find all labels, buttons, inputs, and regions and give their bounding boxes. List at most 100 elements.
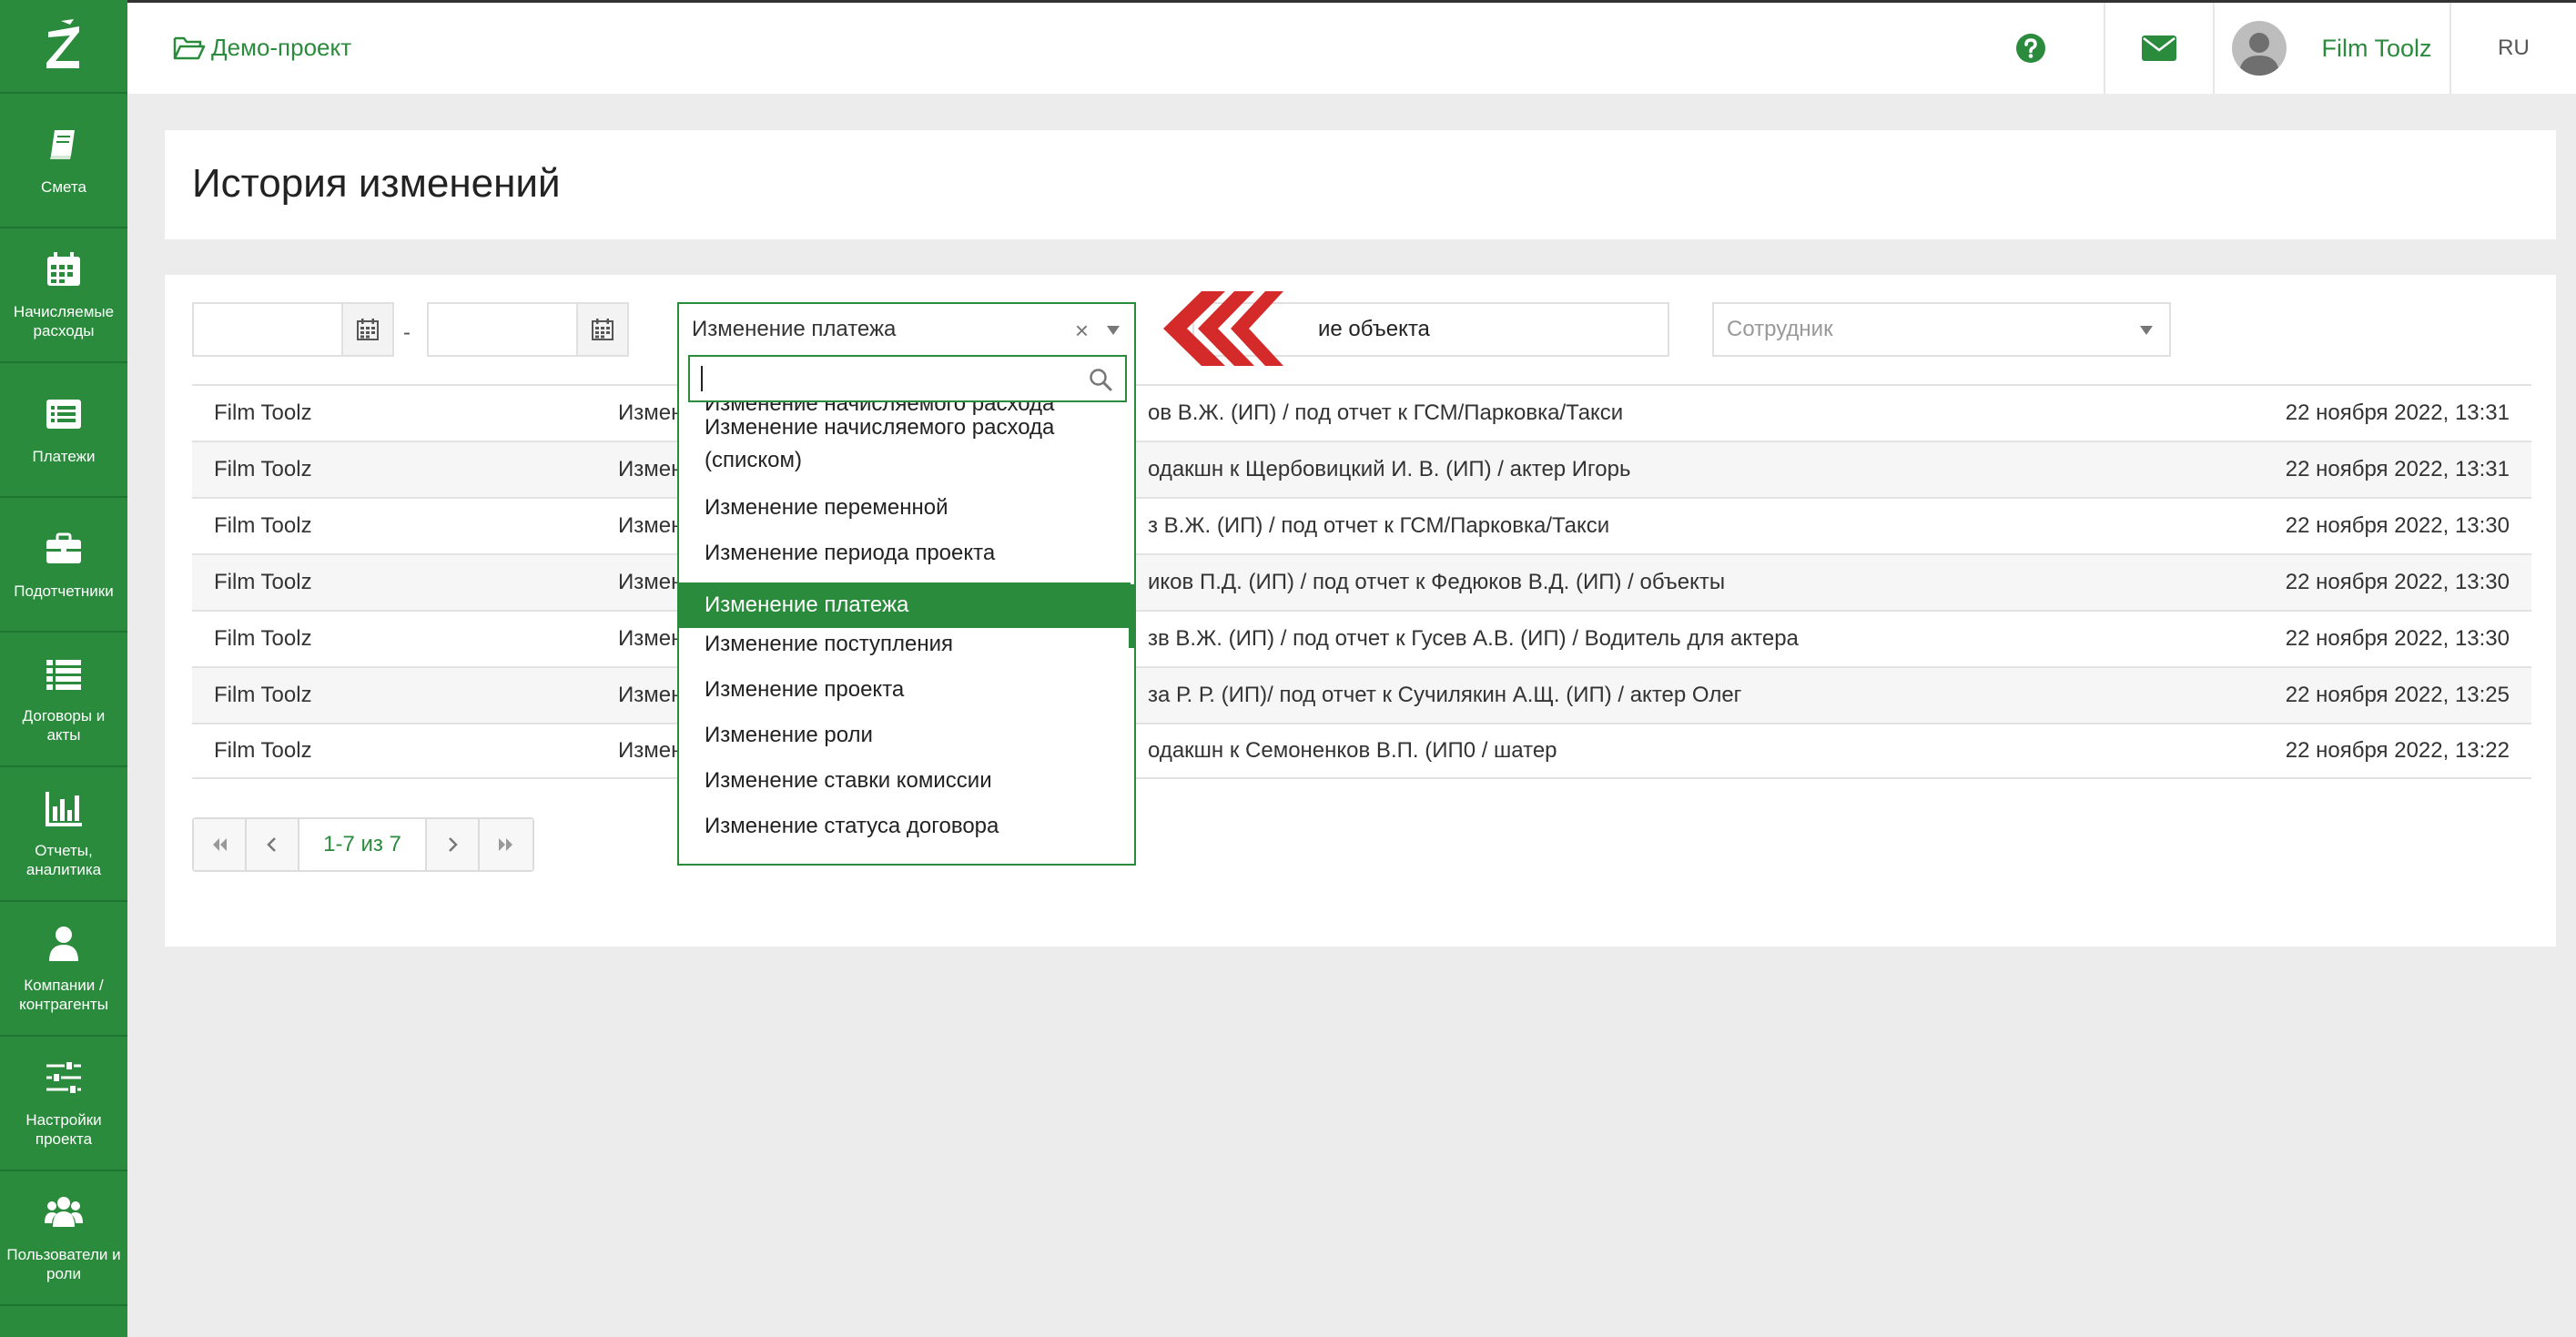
language-switcher[interactable]: RU (2449, 3, 2576, 94)
cell-type: Измен (618, 513, 684, 538)
cell-date: 22 ноября 2022, 13:22 (2285, 738, 2510, 763)
sidebar-item-project-settings[interactable]: Настройки проекта (0, 1037, 127, 1171)
sidebar-item-companies[interactable]: Компании / контрагенты (0, 902, 127, 1037)
envelope-icon (2142, 35, 2176, 61)
last-page-button[interactable] (480, 819, 532, 870)
language-label: RU (2498, 35, 2530, 60)
cell-type: Измен (618, 570, 684, 594)
logo[interactable] (0, 0, 127, 94)
sliders-icon (46, 1060, 81, 1095)
dropdown-option-selected[interactable]: Изменение платежа (679, 582, 1131, 628)
cell-type: Измен (618, 626, 684, 651)
dropdown-option[interactable]: Изменение переменной (679, 491, 1131, 524)
cell-type: Измен (618, 738, 684, 763)
sidebar-item-accrued-expenses[interactable]: Начисляемые расходы (0, 228, 127, 363)
cell-type: Измен (618, 457, 684, 481)
cell-description: одакшн к Семоненков В.П. (ИП0 / шатер (1148, 738, 1557, 763)
project-link[interactable]: Демо-проект (173, 34, 351, 62)
next-page-button[interactable] (427, 819, 480, 870)
double-chevron-right-icon (499, 838, 512, 851)
dropdown-option[interactable]: Изменение начисляемого расхода (списком) (679, 411, 1131, 477)
chevron-left-icon (267, 837, 276, 852)
sidebar-item-reports[interactable]: Отчеты, аналитика (0, 767, 127, 902)
avatar (2232, 21, 2287, 76)
cell-description: ов В.Ж. (ИП) / под отчет к ГСМ/Парковка/… (1148, 400, 1624, 425)
cell-date: 22 ноября 2022, 13:30 (2285, 626, 2510, 651)
pagination: 1-7 из 7 (192, 817, 534, 872)
text-cursor (701, 366, 703, 391)
table-row[interactable]: Film Toolz Измен зв В.Ж. (ИП) / под отче… (192, 610, 2531, 666)
user-icon (49, 927, 78, 961)
cell-user: Film Toolz (214, 626, 312, 651)
cell-user: Film Toolz (214, 400, 312, 425)
sidebar-item-accountables[interactable]: Подотчетники (0, 498, 127, 633)
dropdown-option[interactable]: Изменение статуса договора (679, 810, 1131, 843)
cell-description: зв В.Ж. (ИП) / под отчет к Гусев А.В. (И… (1148, 626, 1799, 651)
list-alt-icon (46, 399, 81, 429)
dropdown-option[interactable]: Изменение поступления (679, 628, 1131, 661)
dropdown-search-input[interactable] (690, 357, 1054, 399)
date-to-calendar-button[interactable] (576, 302, 629, 357)
sidebar-item-contracts[interactable]: Договоры и акты (0, 633, 127, 767)
table-row[interactable]: Film Toolz Измен иков П.Д. (ИП) / под от… (192, 553, 2531, 610)
book-icon (50, 129, 75, 159)
calendar-icon (47, 252, 80, 286)
chevron-down-icon (1107, 326, 1120, 335)
sidebar-item-label: Начисляемые расходы (13, 303, 115, 339)
change-type-select[interactable]: Изменение платежа × (677, 302, 1136, 357)
cell-type: Измен (618, 683, 684, 707)
sidebar-item-users[interactable]: Пользователи и роли (0, 1171, 127, 1306)
sidebar-item-payments[interactable]: Платежи (0, 363, 127, 498)
sidebar-item-label: Подотчетники (14, 582, 114, 600)
red-chevron-arrows-icon (1163, 291, 1283, 366)
cell-date: 22 ноября 2022, 13:25 (2285, 683, 2510, 707)
table-row[interactable]: Film Toolz Измен одакшн к Семоненков В.П… (192, 723, 2531, 779)
dropdown-scrollbar[interactable] (1129, 584, 1134, 648)
clear-selection-icon[interactable]: × (1075, 317, 1089, 345)
cell-user: Film Toolz (214, 457, 312, 481)
messages-button[interactable] (2104, 3, 2213, 94)
dropdown-option[interactable]: Изменение проекта (679, 674, 1131, 706)
double-chevron-left-icon (213, 838, 227, 851)
top-header: Демо-проект Film Toolz RU (127, 0, 2576, 94)
question-circle-icon (2016, 34, 2045, 63)
sidebar-item-estimate[interactable]: Смета (0, 94, 127, 228)
sidebar-item-label: Договоры и акты (22, 707, 106, 744)
bar-chart-icon (46, 792, 82, 826)
avatar-silhouette-icon (2239, 33, 2280, 76)
cell-description: за Р. Р. (ИП)/ под отчет к Сучилякин А.Щ… (1148, 683, 1742, 707)
table-row[interactable]: Film Toolz Измен з В.Ж. (ИП) / под отчет… (192, 497, 2531, 553)
date-to-input[interactable] (427, 302, 578, 357)
help-button[interactable] (1976, 3, 2085, 94)
page-title: История изменений (192, 161, 561, 206)
sidebar: Смета Начисляемые расходы Платежи Подотч… (0, 0, 127, 1337)
date-from-input[interactable] (192, 302, 343, 357)
cell-date: 22 ноября 2022, 13:31 (2285, 400, 2510, 425)
object-name-value: ие объекта (1318, 317, 1430, 341)
employee-select[interactable]: Сотрудник (1712, 302, 2171, 357)
table-row[interactable]: Film Toolz Измен за Р. Р. (ИП)/ под отче… (192, 666, 2531, 723)
user-menu[interactable]: Film Toolz (2213, 3, 2449, 94)
cell-description: одакшн к Щербовицкий И. В. (ИП) / актер … (1148, 457, 1631, 481)
dropdown-option[interactable]: Изменение ставки комиссии (679, 765, 1131, 797)
table-row[interactable]: Film Toolz Измен одакшн к Щербовицкий И.… (192, 441, 2531, 497)
cell-user: Film Toolz (214, 570, 312, 594)
dropdown-option[interactable]: Изменение периода проекта (679, 537, 1131, 570)
dropdown-options: Изменение начисляемого расхода Изменение… (679, 402, 1134, 864)
list-icon (46, 660, 81, 690)
date-from-calendar-button[interactable] (341, 302, 394, 357)
project-name: Демо-проект (211, 34, 352, 61)
first-page-button[interactable] (194, 819, 247, 870)
cell-user: Film Toolz (214, 513, 312, 538)
history-panel: - ие объекта Сотрудник Film Toolz Измен … (165, 275, 2556, 947)
sidebar-item-label: Компании / контрагенты (19, 977, 108, 1013)
sidebar-item-label: Настройки проекта (25, 1111, 102, 1148)
sidebar-item-label: Пользователи и роли (6, 1246, 121, 1282)
chevron-down-icon (2140, 326, 2153, 335)
dropdown-option[interactable]: Изменение роли (679, 719, 1131, 752)
dropdown-search[interactable] (688, 355, 1127, 402)
cell-type: Измен (618, 400, 684, 425)
table-row[interactable]: Film Toolz Измен ов В.Ж. (ИП) / под отче… (192, 384, 2531, 441)
prev-page-button[interactable] (247, 819, 299, 870)
cell-user: Film Toolz (214, 738, 312, 763)
